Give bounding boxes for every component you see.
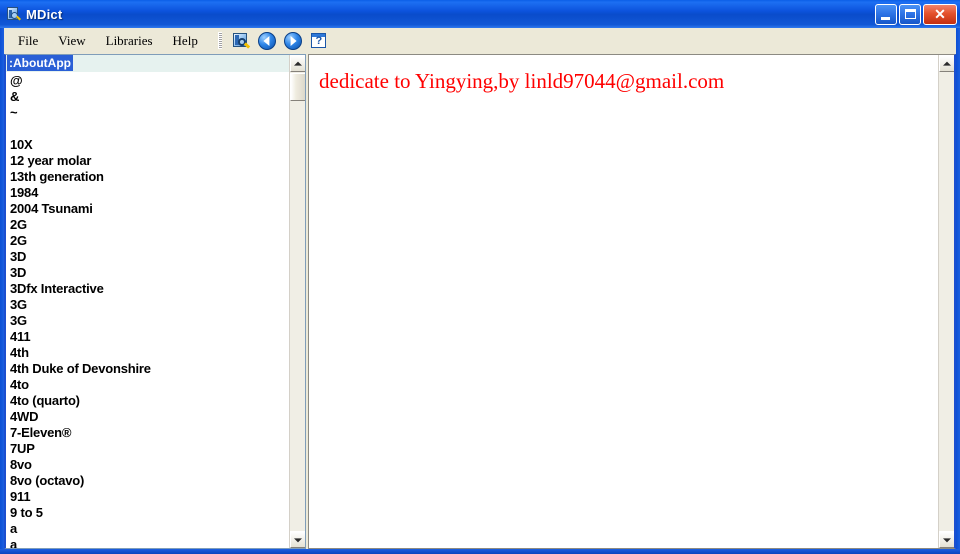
list-item[interactable]: 4th Duke of Devonshire bbox=[8, 361, 292, 377]
split-panes: :AboutApp @ & ~ 10X 12 year molar 13th g… bbox=[4, 54, 956, 549]
window-controls: ✕ bbox=[875, 3, 957, 25]
chevron-down-icon bbox=[294, 537, 302, 542]
list-item[interactable]: 1984 bbox=[8, 185, 292, 201]
article-line: dedicate to Yingying,by linld97044@gmail… bbox=[319, 69, 725, 93]
search-input[interactable]: :AboutApp bbox=[7, 55, 73, 71]
chevron-down-icon bbox=[943, 537, 951, 542]
list-item[interactable] bbox=[8, 121, 292, 137]
window-right-border bbox=[956, 28, 960, 550]
list-item[interactable]: & bbox=[8, 89, 292, 105]
wordlist-scrollbar[interactable] bbox=[289, 55, 305, 548]
wordlist-scrollbar-thumb[interactable] bbox=[290, 73, 305, 101]
list-item[interactable]: 12 year molar bbox=[8, 153, 292, 169]
article-scrollbar-track[interactable] bbox=[939, 72, 954, 531]
help-question-mark: ? bbox=[315, 35, 323, 47]
search-row[interactable]: :AboutApp bbox=[6, 55, 305, 72]
list-item[interactable]: 2G bbox=[8, 217, 292, 233]
article-scrollbar[interactable] bbox=[938, 55, 954, 548]
article-content: dedicate to Yingying,by linld97044@gmail… bbox=[309, 55, 937, 548]
window-title: MDict bbox=[26, 6, 63, 22]
list-item[interactable]: 7UP bbox=[8, 441, 292, 457]
menu-item-help[interactable]: Help bbox=[164, 30, 207, 52]
menu-item-view[interactable]: View bbox=[49, 30, 94, 52]
maximize-button[interactable] bbox=[899, 3, 921, 25]
minimize-icon bbox=[881, 16, 890, 20]
list-item[interactable]: 3Dfx Interactive bbox=[8, 281, 292, 297]
list-item[interactable]: 2G bbox=[8, 233, 292, 249]
article-scroll-up-button[interactable] bbox=[939, 55, 954, 72]
wordlist-scroll-down-button[interactable] bbox=[290, 531, 305, 548]
list-item[interactable]: 2004 Tsunami bbox=[8, 201, 292, 217]
list-item[interactable]: 3G bbox=[8, 297, 292, 313]
list-item[interactable]: 8vo bbox=[8, 457, 292, 473]
list-item[interactable]: 4to bbox=[8, 377, 292, 393]
article-scroll-down-button[interactable] bbox=[939, 531, 954, 548]
wordlist[interactable]: @ & ~ 10X 12 year molar 13th generation … bbox=[8, 73, 292, 548]
article-pane: dedicate to Yingying,by linld97044@gmail… bbox=[308, 54, 956, 549]
search-dictionary-icon[interactable] bbox=[230, 30, 252, 52]
chevron-up-icon bbox=[294, 61, 302, 66]
menu-item-file[interactable]: File bbox=[9, 30, 47, 52]
close-button[interactable]: ✕ bbox=[923, 3, 957, 25]
wordlist-scrollbar-track[interactable] bbox=[290, 72, 305, 531]
list-item[interactable]: 4WD bbox=[8, 409, 292, 425]
list-item[interactable]: 3D bbox=[8, 265, 292, 281]
list-item[interactable]: a bbox=[8, 521, 292, 537]
list-item[interactable]: a bbox=[8, 537, 292, 548]
maximize-icon bbox=[905, 8, 916, 19]
menu-bar: File View Libraries Help ? bbox=[4, 28, 956, 54]
forward-icon[interactable] bbox=[282, 30, 304, 52]
list-item[interactable]: 4th bbox=[8, 345, 292, 361]
application-window: MDict ✕ File View Libraries Help ?:Abou… bbox=[0, 0, 960, 554]
window-bottom-border bbox=[0, 549, 960, 554]
list-item[interactable]: 411 bbox=[8, 329, 292, 345]
list-item[interactable]: 9 to 5 bbox=[8, 505, 292, 521]
list-item[interactable]: 4to (quarto) bbox=[8, 393, 292, 409]
list-item[interactable]: 3D bbox=[8, 249, 292, 265]
wordlist-pane: :AboutApp @ & ~ 10X 12 year molar 13th g… bbox=[4, 54, 306, 549]
client-area: File View Libraries Help ?:AboutApp @ &… bbox=[4, 28, 956, 549]
list-item[interactable]: 911 bbox=[8, 489, 292, 505]
list-item[interactable]: 8vo (octavo) bbox=[8, 473, 292, 489]
list-item[interactable]: @ bbox=[8, 73, 292, 89]
wordlist-scroll-up-button[interactable] bbox=[290, 55, 305, 72]
list-item[interactable]: 13th generation bbox=[8, 169, 292, 185]
back-icon[interactable] bbox=[256, 30, 278, 52]
minimize-button[interactable] bbox=[875, 3, 897, 25]
menu-item-libraries[interactable]: Libraries bbox=[97, 30, 162, 52]
list-item[interactable]: 3G bbox=[8, 313, 292, 329]
chevron-up-icon bbox=[943, 61, 951, 66]
list-item[interactable]: 10X bbox=[8, 137, 292, 153]
dictionary-book-icon bbox=[5, 6, 21, 22]
help-icon[interactable]: ? bbox=[308, 30, 330, 52]
list-item[interactable]: 7-Eleven® bbox=[8, 425, 292, 441]
close-icon: ✕ bbox=[934, 6, 946, 22]
title-bar[interactable]: MDict ✕ bbox=[0, 0, 960, 28]
list-item[interactable]: ~ bbox=[8, 105, 292, 121]
toolbar-grip[interactable] bbox=[217, 32, 222, 49]
